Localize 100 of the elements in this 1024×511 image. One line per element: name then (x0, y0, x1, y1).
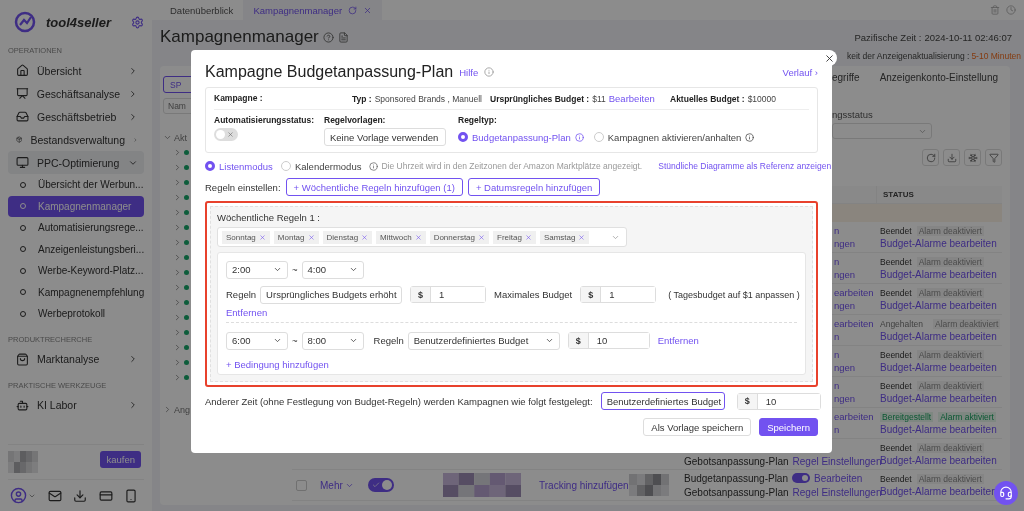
chevron-right-icon[interactable] (173, 313, 182, 322)
alarm-link[interactable]: Budget-Alarme bearbeiten (880, 423, 998, 435)
help-icon[interactable] (322, 31, 334, 43)
amount-field[interactable]: $ 10 (736, 392, 821, 410)
rule-link[interactable]: Bearbeiten (814, 472, 863, 484)
add-rule-button[interactable]: + Datumsregeln hinzufügen (467, 178, 601, 196)
rule-type-radio[interactable]: Budgetanpassung-Plan (458, 131, 584, 143)
rule-select[interactable]: Benutzerdefiniertes Budget (407, 331, 560, 350)
remove-icon[interactable] (478, 233, 485, 241)
rule-link[interactable]: n (834, 256, 840, 267)
plan-toggle[interactable] (792, 473, 810, 483)
chevron-right-icon[interactable] (173, 253, 182, 262)
rule-link[interactable]: n (834, 225, 840, 236)
tree-node[interactable]: Ang (174, 404, 190, 415)
download-icon[interactable] (73, 488, 87, 503)
filter-button[interactable] (985, 149, 1002, 166)
weekday-select[interactable]: Sonntag Montag Dienstag Mittwoch Donnerstag Freitag Samstag (217, 227, 627, 247)
chevron-right-icon[interactable] (173, 208, 182, 217)
nav-item[interactable]: PPC-Optimierung (8, 151, 144, 174)
add-condition-link[interactable]: + Bedingung hinzufügen (226, 359, 797, 370)
start-time-select[interactable]: 6:00 (226, 331, 288, 350)
trash-icon[interactable] (990, 5, 1000, 15)
chevron-right-icon[interactable] (173, 328, 182, 337)
user-avatar-icon[interactable] (10, 487, 27, 504)
save-template-button[interactable]: Als Vorlage speichern (643, 418, 752, 436)
rule-link[interactable]: earbeiten (834, 287, 874, 298)
nav-item[interactable]: Übersicht (8, 59, 144, 82)
rule-link[interactable]: n (834, 424, 840, 435)
remove-icon[interactable] (307, 233, 315, 241)
amount-field[interactable]: $ 1 (580, 286, 657, 303)
card-icon[interactable] (98, 488, 113, 503)
rule-link[interactable]: Regel Einstellungen (792, 455, 882, 467)
chevron-right-icon[interactable] (163, 405, 172, 414)
buy-button[interactable]: kaufen (100, 451, 141, 468)
amount-field[interactable]: $ 1 (410, 286, 487, 303)
mode-radio[interactable]: Kalendermodus (280, 160, 362, 172)
rule-link[interactable]: earbeiten (834, 318, 874, 329)
rule-link[interactable]: ngen (834, 362, 856, 373)
download-button[interactable] (943, 149, 960, 166)
rule-link[interactable]: n (834, 380, 840, 391)
row-checkbox[interactable] (296, 479, 307, 491)
filter-select[interactable] (832, 123, 932, 139)
remove-icon[interactable] (361, 233, 369, 241)
rule-link[interactable]: n (834, 331, 840, 342)
remove-icon[interactable] (578, 233, 586, 241)
nav-subitem[interactable]: Kampagnenempfehlung (8, 281, 144, 303)
remove-link[interactable]: Entfernen (657, 335, 699, 346)
template-select[interactable]: Keine Vorlage verwenden (324, 128, 446, 146)
rule-link[interactable]: Regel Einstellungen (792, 486, 882, 498)
mail-icon[interactable] (47, 488, 62, 503)
close-icon[interactable] (363, 5, 373, 15)
remove-icon[interactable] (414, 233, 422, 241)
phone-icon[interactable] (124, 488, 138, 503)
alarm-link[interactable]: Budget-Alarme bearbeiten (880, 330, 998, 342)
rule-link[interactable]: ngen (834, 238, 856, 249)
active-toggle[interactable] (368, 478, 394, 492)
refresh-button[interactable] (922, 149, 939, 166)
nav-item[interactable]: Bestandsverwaltung (8, 128, 144, 151)
help-link[interactable]: Hilfe (459, 66, 479, 78)
page-tab[interactable]: Kampagnenmanager (243, 0, 383, 20)
chevron-down-icon[interactable] (163, 133, 172, 142)
chevron-right-icon[interactable] (173, 298, 182, 307)
chevron-right-icon[interactable] (173, 373, 182, 382)
nav-subitem[interactable]: Werbe-Keyword-Platz... (8, 260, 144, 282)
rule-select[interactable]: Ursprüngliches Budgets erhöht (260, 285, 403, 304)
remove-link[interactable]: Entfernen (226, 307, 268, 318)
start-time-select[interactable]: 2:00 (226, 260, 288, 279)
remove-icon[interactable] (524, 233, 532, 241)
rule-link[interactable]: n (834, 349, 840, 360)
chevron-right-icon[interactable] (173, 148, 182, 157)
refresh-icon[interactable] (348, 5, 358, 15)
chevron-right-icon[interactable] (173, 343, 182, 352)
remove-icon[interactable] (258, 233, 266, 241)
chevron-right-icon[interactable] (173, 268, 182, 277)
clock-icon[interactable] (1006, 5, 1016, 15)
nav-item[interactable]: KI Labor (8, 393, 144, 417)
save-button[interactable]: Speichern (759, 418, 818, 436)
support-button[interactable] (994, 481, 1018, 505)
history-link[interactable]: Verlauf › (782, 66, 818, 78)
document-icon[interactable] (337, 31, 349, 43)
chevron-right-icon[interactable] (173, 358, 182, 367)
default-rule-select[interactable]: Benutzerdefiniertes Budget (600, 392, 725, 410)
rule-link[interactable]: ngen (834, 393, 856, 404)
chevron-right-icon[interactable] (173, 283, 182, 292)
nav-subitem[interactable]: Automatisierungsrege... (8, 217, 144, 239)
end-time-select[interactable]: 4:00 (301, 260, 364, 279)
automation-toggle[interactable] (214, 128, 238, 141)
tracking-link[interactable]: Tracking hinzufügen (539, 479, 629, 491)
nav-item[interactable]: Geschäftsanalyse (8, 82, 144, 105)
alarm-link[interactable]: Budget-Alarme bearbeiten (880, 361, 998, 373)
nav-subitem[interactable]: Werbeprotokoll (8, 303, 144, 325)
section-tab[interactable]: egriffe (832, 72, 860, 83)
amount-field[interactable]: $ 10 (567, 332, 650, 349)
rule-link[interactable]: ngen (834, 269, 856, 280)
info-icon[interactable] (484, 67, 495, 77)
page-tab[interactable]: Datenüberblick (160, 0, 244, 20)
settings-icon[interactable] (131, 15, 144, 29)
nav-subitem[interactable]: Anzeigenleistungsberi... (8, 238, 144, 260)
chevron-right-icon[interactable] (173, 178, 182, 187)
alarm-link[interactable]: Budget-Alarme bearbeiten (880, 237, 998, 249)
